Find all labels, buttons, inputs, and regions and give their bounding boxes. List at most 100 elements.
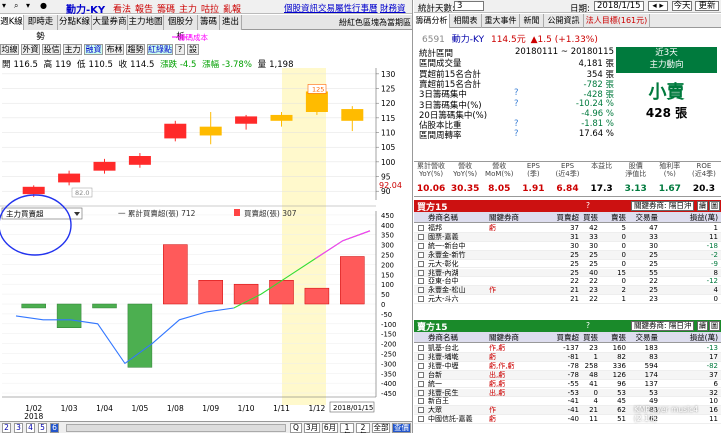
row-checkbox[interactable] [418, 225, 424, 231]
tab-public-info[interactable]: 公開資訊 [544, 14, 584, 28]
tab-chip-analysis[interactable]: 籌碼分析 [414, 14, 450, 28]
today-button[interactable]: 今天 [672, 1, 692, 11]
chart-button[interactable]: 圖 [709, 201, 720, 211]
column-header[interactable]: 賣張 [600, 212, 626, 223]
row-checkbox[interactable] [418, 278, 424, 285]
row-checkbox[interactable] [418, 287, 424, 294]
column-header[interactable]: 損益(萬) [662, 332, 718, 343]
update-button[interactable]: 更新 [695, 1, 719, 11]
table-row[interactable]: 元大-彰化 25 25 0 25 -9 [414, 260, 721, 269]
column-header[interactable]: 買賣超 [551, 332, 580, 343]
row-checkbox[interactable] [418, 416, 424, 423]
key-broker-select[interactable]: 關鍵券商: 隔日沖 [631, 321, 694, 331]
table-row[interactable]: 台新 出,虧 -78 48 126 174 37 [414, 370, 721, 380]
column-header[interactable]: 券商名稱 [428, 332, 488, 343]
page-2[interactable]: 2 [2, 423, 11, 433]
help-icon[interactable]: ? [514, 99, 519, 109]
table-row[interactable]: 亞東-台中 22 22 0 22 -12 [414, 277, 721, 287]
column-header[interactable]: 關鍵券商 [489, 332, 529, 343]
table-cell: 虧 [489, 415, 496, 424]
column-header[interactable]: 買張 [578, 212, 598, 223]
page-5[interactable]: 5 [38, 423, 47, 433]
stat-value: 10.06 [416, 184, 446, 194]
tab-events[interactable]: 重大事件 [482, 14, 520, 28]
scrollbar[interactable] [66, 424, 286, 432]
chart-button[interactable]: 圖 [709, 321, 720, 331]
date-stepper[interactable]: ◂ ▸ [648, 1, 668, 11]
table-row[interactable]: 凱基-台北 作,虧 -137 23 160 183 -13 [414, 344, 721, 353]
column-header[interactable]: 賣張 [600, 332, 626, 343]
table-row[interactable]: 兆豐-中壢 虧,作,虧 -78 258 336 594 -82 [414, 362, 721, 371]
range-q[interactable]: Q [290, 423, 302, 433]
tab-target[interactable]: 法人目標(161元) [584, 14, 650, 28]
table-cell: 元大-彰化 [428, 259, 459, 268]
tab-related[interactable]: 相關表 [450, 14, 482, 28]
help-icon[interactable]: ? [586, 201, 590, 210]
column-header[interactable]: 損益(萬) [662, 212, 718, 223]
row-checkbox[interactable] [418, 389, 424, 396]
days-select[interactable]: 3 [454, 1, 484, 11]
table-cell: 25 [649, 250, 658, 259]
range-2y[interactable]: 2年 [356, 423, 370, 433]
row-checkbox[interactable] [418, 296, 424, 303]
page-6[interactable]: 6 [50, 423, 59, 433]
summary-row: 區間成交量 4,181 張 [419, 57, 614, 69]
row-checkbox[interactable] [418, 269, 424, 276]
page-4[interactable]: 4 [26, 423, 35, 433]
row-checkbox[interactable] [418, 362, 424, 369]
continue-button[interactable]: 續 [697, 201, 708, 211]
row-checkbox[interactable] [418, 407, 424, 414]
table-cell: 作 [489, 286, 496, 295]
chart-panel: ▾ ⌕ ▾ ● 勤力-KY 看法 報告 籌碼 主力 咕拉 亂報 個股資訊 交易屬… [0, 0, 413, 433]
column-header[interactable]: 交易量 [630, 212, 659, 223]
table-cell: 虧,虧 [489, 379, 506, 388]
table-row[interactable]: 兆豐-民生 出,虧 -53 0 53 53 32 [414, 388, 721, 398]
x-tick-label: 1/09 [202, 404, 219, 413]
row-checkbox[interactable] [418, 242, 424, 249]
help-icon[interactable]: ? [514, 129, 519, 139]
table-row[interactable]: 統一-新台中 30 30 0 30 -18 [414, 242, 721, 251]
table-row[interactable]: 兆豐-埔墘 虧 -81 1 82 83 17 [414, 352, 721, 362]
continue-button[interactable]: 續 [697, 321, 708, 331]
range-6m[interactable]: 6月 [322, 423, 338, 433]
x-tick-label: 1/03 [61, 404, 78, 413]
table-row[interactable]: 兆豐-內湖 25 40 15 55 8 [414, 268, 721, 278]
help-icon[interactable]: ? [514, 88, 519, 98]
row-checkbox[interactable] [418, 251, 424, 258]
y-tick-label: -50 [381, 311, 392, 319]
range-1y[interactable]: 1年 [340, 423, 354, 433]
y-tick-label: 400 [381, 222, 394, 230]
row-checkbox[interactable] [418, 345, 424, 351]
stock-change: ▲1.5 (+1.33%) [530, 35, 598, 45]
table-row[interactable]: 統一 虧,虧 -55 41 96 137 6 [414, 380, 721, 389]
table-row[interactable]: 福邦 虧 37 42 5 47 1 [414, 224, 721, 233]
range-3m[interactable]: 3月 [304, 423, 320, 433]
table-cell: -81 [567, 352, 579, 361]
column-header[interactable]: 買張 [578, 332, 598, 343]
help-icon[interactable]: ? [586, 321, 590, 330]
key-broker-select[interactable]: 關鍵券商: 隔日沖 [631, 201, 694, 211]
row-checkbox[interactable] [418, 353, 424, 360]
help-icon[interactable]: ? [514, 119, 519, 129]
date-input[interactable]: 2018/1/15 [594, 1, 644, 11]
table-row[interactable]: 元大-斗六 21 22 1 23 0 [414, 295, 721, 305]
row-checkbox[interactable] [418, 233, 424, 240]
table-row[interactable]: 國票-嘉義 31 33 0 33 11 [414, 232, 721, 242]
row-checkbox[interactable] [418, 380, 424, 387]
column-header[interactable]: 買賣超 [551, 212, 580, 223]
column-header[interactable]: 券商名稱 [428, 212, 488, 223]
table-row[interactable]: 永豐金-新竹 25 25 0 25 -2 [414, 250, 721, 260]
x-tick-label: 1/12 [308, 404, 325, 413]
row-checkbox[interactable] [418, 260, 424, 267]
range-all[interactable]: 全部 [372, 423, 390, 433]
lookup-button[interactable]: 查價 [392, 423, 411, 433]
page-3[interactable]: 3 [14, 423, 23, 433]
table-cell: 55 [649, 268, 658, 277]
column-header[interactable]: 關鍵券商 [489, 212, 529, 223]
row-checkbox[interactable] [418, 371, 424, 378]
table-row[interactable]: 永豐金-松山 作 21 23 2 25 4 [414, 286, 721, 296]
column-header[interactable]: 交易量 [630, 332, 659, 343]
tab-news[interactable]: 新聞 [520, 14, 544, 28]
watermark: KMPlayer music4 (2.11) [634, 405, 699, 423]
row-checkbox[interactable] [418, 398, 424, 405]
